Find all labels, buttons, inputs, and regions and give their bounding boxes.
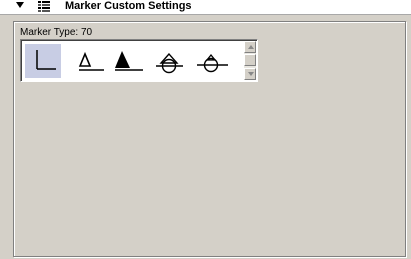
scroll-up-button[interactable]	[244, 41, 256, 53]
collapse-triangle-icon[interactable]	[16, 2, 24, 8]
marker-option-diamond-circle[interactable]	[153, 44, 189, 78]
section-header[interactable]: Marker Custom Settings	[0, 0, 411, 15]
corner-marker-icon	[36, 50, 56, 70]
arrow-up-icon	[248, 45, 254, 49]
section-title: Marker Custom Settings	[65, 0, 192, 12]
grid-list-icon	[38, 1, 50, 12]
marker-option-corner[interactable]	[25, 44, 61, 78]
filled-triangle-marker-icon	[115, 51, 143, 71]
marker-option-circle[interactable]	[194, 44, 230, 78]
circle-marker-icon	[197, 53, 228, 73]
marker-list-scrollbar[interactable]	[244, 41, 256, 80]
marker-type-list[interactable]	[20, 39, 258, 82]
hollow-triangle-marker-icon	[78, 51, 104, 71]
scroll-down-button[interactable]	[244, 68, 256, 80]
arrow-down-icon	[248, 72, 254, 76]
diamond-circle-marker-icon	[156, 52, 183, 74]
marker-option-hollow-triangle[interactable]	[69, 44, 105, 78]
marker-type-label: Marker Type: 70	[19, 27, 94, 38]
scroll-thumb[interactable]	[244, 54, 256, 66]
marker-option-filled-triangle[interactable]	[110, 44, 146, 78]
